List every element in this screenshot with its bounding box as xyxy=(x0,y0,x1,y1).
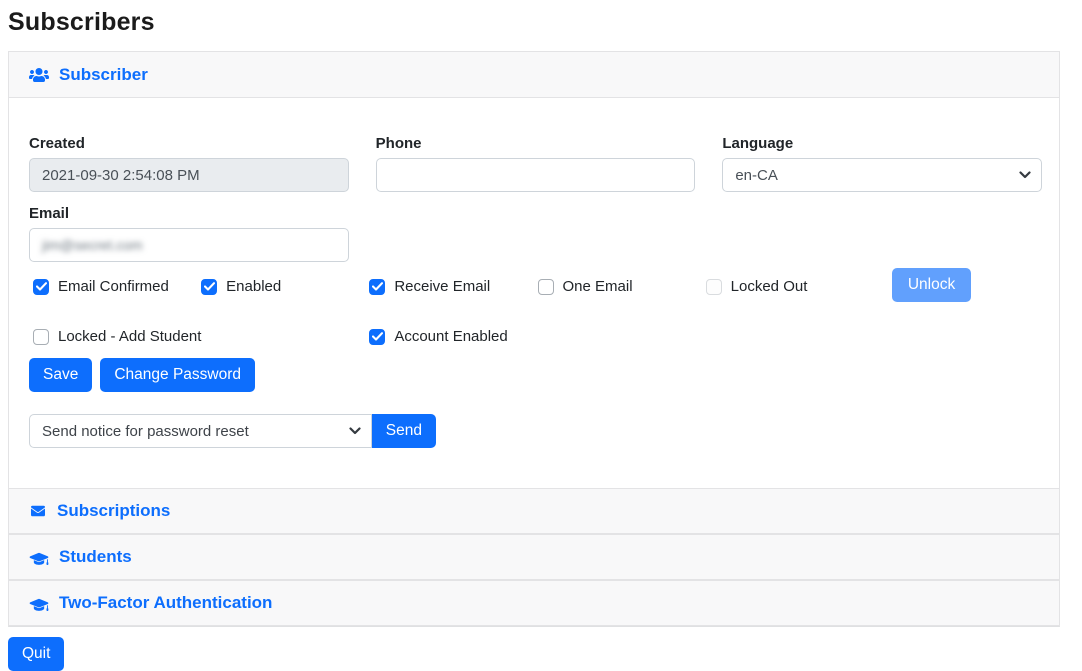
checkbox-locked-out: Locked Out xyxy=(706,278,874,295)
phone-label: Phone xyxy=(376,135,696,152)
accordion-header-subscriber[interactable]: Subscriber xyxy=(9,52,1059,98)
send-button[interactable]: Send xyxy=(372,414,436,448)
language-label: Language xyxy=(722,135,1042,152)
email-redacted-value: jim@secret.com xyxy=(42,237,143,253)
phone-field-group: Phone xyxy=(376,135,696,192)
unlock-button[interactable]: Unlock xyxy=(892,268,971,302)
created-input xyxy=(29,158,349,192)
checkbox-label: Receive Email xyxy=(394,278,490,295)
checkbox-box xyxy=(706,279,722,295)
checkbox-label: Email Confirmed xyxy=(58,278,169,295)
envelope-icon xyxy=(29,504,47,518)
accordion-title-subscriber: Subscriber xyxy=(59,65,148,85)
checkbox-label: Locked Out xyxy=(731,278,808,295)
notice-select[interactable]: Send notice for password reset xyxy=(29,414,372,448)
checkbox-receive-email[interactable]: Receive Email xyxy=(369,278,537,295)
accordion-title-students: Students xyxy=(59,547,132,567)
created-label: Created xyxy=(29,135,349,152)
checkbox-enabled[interactable]: Enabled xyxy=(201,278,369,295)
graduation-cap-icon xyxy=(29,550,49,565)
language-select[interactable]: en-CA xyxy=(722,158,1042,192)
page-title: Subscribers xyxy=(8,8,1074,37)
subscriber-panel-body: Created Phone Language en-CA xyxy=(9,98,1059,488)
quit-button[interactable]: Quit xyxy=(8,637,64,671)
email-label: Email xyxy=(29,205,349,222)
checkbox-box[interactable] xyxy=(201,279,217,295)
accordion-title-subscriptions: Subscriptions xyxy=(57,501,170,521)
save-button[interactable]: Save xyxy=(29,358,92,392)
accordion-header-two-factor[interactable]: Two-Factor Authentication xyxy=(9,580,1059,626)
checkbox-email-confirmed[interactable]: Email Confirmed xyxy=(33,278,201,295)
accordion-header-subscriptions[interactable]: Subscriptions xyxy=(9,488,1059,534)
checkbox-label: Enabled xyxy=(226,278,281,295)
created-field-group: Created xyxy=(29,135,349,192)
checkbox-locked-add-student[interactable]: Locked - Add Student xyxy=(33,328,369,345)
users-icon xyxy=(29,67,49,83)
checkbox-box[interactable] xyxy=(369,329,385,345)
subscriber-accordion: Subscriber Created Phone Language en-CA xyxy=(8,51,1060,627)
accordion-title-two-factor: Two-Factor Authentication xyxy=(59,593,272,613)
checkbox-label: One Email xyxy=(563,278,633,295)
graduation-cap-icon xyxy=(29,596,49,611)
email-input[interactable]: jim@secret.com xyxy=(29,228,349,262)
checkbox-box[interactable] xyxy=(33,329,49,345)
checkbox-box[interactable] xyxy=(538,279,554,295)
checkbox-account-enabled[interactable]: Account Enabled xyxy=(369,328,537,345)
checkbox-one-email[interactable]: One Email xyxy=(538,278,706,295)
checkbox-box[interactable] xyxy=(369,279,385,295)
email-field-group: Email jim@secret.com xyxy=(29,205,349,262)
checkbox-box[interactable] xyxy=(33,279,49,295)
phone-input[interactable] xyxy=(376,158,696,192)
checkbox-label: Account Enabled xyxy=(394,328,507,345)
checkbox-label: Locked - Add Student xyxy=(58,328,201,345)
accordion-header-students[interactable]: Students xyxy=(9,534,1059,580)
change-password-button[interactable]: Change Password xyxy=(100,358,255,392)
language-field-group: Language en-CA xyxy=(722,135,1042,192)
